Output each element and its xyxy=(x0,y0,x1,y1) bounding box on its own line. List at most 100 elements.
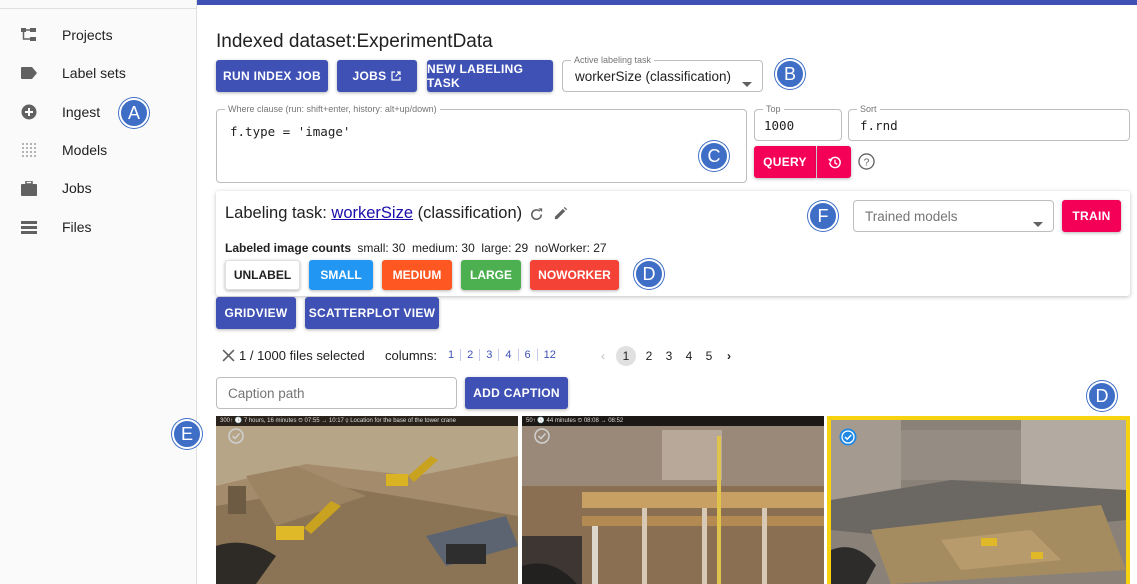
where-clause-field[interactable]: Where clause (run: shift+enter, history:… xyxy=(216,104,747,183)
new-labeling-task-button[interactable]: NEW LABELING TASK xyxy=(427,60,553,92)
annotation-badge-f: F xyxy=(808,201,838,231)
labeling-task-link[interactable]: workerSize xyxy=(331,204,413,222)
add-circle-icon xyxy=(0,104,62,120)
columns-selector: 1 2 3 4 6 12 xyxy=(442,349,562,361)
thumbnail-overlay-text: 300↑ 🕓 7 hours, 16 minutes ⏲ 07:55 → 10:… xyxy=(216,416,518,426)
top-accent-bar xyxy=(197,0,1137,5)
projects-icon xyxy=(0,28,62,42)
annotation-badge-d: D xyxy=(1087,381,1117,411)
page-3[interactable]: 3 xyxy=(662,349,676,363)
large-label-button[interactable]: LARGE xyxy=(461,260,521,290)
refresh-icon[interactable] xyxy=(529,207,544,227)
noworker-label-button[interactable]: NOWORKER xyxy=(530,260,619,290)
labeling-task-prefix: Labeling task: xyxy=(225,204,332,222)
columns-option-4[interactable]: 4 xyxy=(499,349,519,361)
trained-models-placeholder: Trained models xyxy=(865,209,958,224)
jobs-button[interactable]: JOBS xyxy=(337,60,417,92)
active-labeling-task-label: Active labeling task xyxy=(571,55,655,66)
help-icon[interactable]: ? xyxy=(858,153,875,175)
columns-option-2[interactable]: 2 xyxy=(461,349,481,361)
where-clause-label: Where clause (run: shift+enter, history:… xyxy=(225,104,440,115)
jobs-button-label: JOBS xyxy=(352,69,387,83)
query-button[interactable]: QUERY xyxy=(754,146,816,178)
page-title: Indexed dataset:ExperimentData xyxy=(216,31,493,52)
where-clause-value: f.type = 'image' xyxy=(230,124,351,139)
sidebar-item-label: Files xyxy=(62,219,92,235)
train-button[interactable]: TRAIN xyxy=(1062,200,1121,232)
image-thumbnail[interactable]: 300↑ 🕓 7 hours, 16 minutes ⏲ 07:55 → 10:… xyxy=(216,416,518,584)
clear-selection-icon[interactable] xyxy=(222,349,235,367)
medium-label-button[interactable]: MEDIUM xyxy=(382,260,452,290)
sidebar-item-label: Models xyxy=(62,142,108,158)
sidebar-item-files[interactable]: Files xyxy=(0,208,197,246)
image-thumbnail-selected[interactable] xyxy=(827,416,1130,584)
page-1[interactable]: 1 xyxy=(616,346,636,366)
sidebar-item-models[interactable]: Models xyxy=(0,131,197,169)
open-in-new-icon xyxy=(391,71,402,81)
thumbnail-image xyxy=(522,416,824,584)
chevron-down-icon xyxy=(742,74,752,92)
edit-icon[interactable] xyxy=(553,206,568,226)
page-5[interactable]: 5 xyxy=(702,349,716,363)
caption-path-input[interactable] xyxy=(216,377,457,409)
thumbnail-overlay-text: 50↑ 🕓 44 minutes ⏲ 08:08 → 08:52 xyxy=(522,416,824,426)
sidebar-item-projects[interactable]: Projects xyxy=(0,16,197,54)
sidebar-item-ingest[interactable]: Ingest xyxy=(0,93,197,131)
labeling-task-type: (classification) xyxy=(413,204,523,222)
chevron-down-icon xyxy=(1033,214,1043,232)
active-labeling-task-select[interactable]: Active labeling task workerSize (classif… xyxy=(562,55,763,92)
trained-models-select[interactable]: Trained models xyxy=(853,200,1054,232)
active-labeling-task-value: workerSize (classification) xyxy=(575,69,732,84)
gridview-button[interactable]: GRIDVIEW xyxy=(216,297,296,329)
top-value: 1000 xyxy=(764,118,795,133)
thumbnail-image xyxy=(216,416,518,584)
annotation-badge-c: C xyxy=(699,141,729,171)
small-label-button[interactable]: SMALL xyxy=(309,260,373,290)
labeling-task-heading: Labeling task: workerSize (classificatio… xyxy=(225,204,522,223)
selection-count: 1 / 1000 files selected xyxy=(239,348,365,363)
image-thumbnail[interactable]: 50↑ 🕓 44 minutes ⏲ 08:08 → 08:52 xyxy=(522,416,824,584)
previous-page-icon[interactable]: ‹ xyxy=(596,349,610,363)
svg-text:?: ? xyxy=(864,157,870,168)
select-checkbox-icon[interactable] xyxy=(534,428,550,449)
labeling-task-card: Labeling task: workerSize (classificatio… xyxy=(216,191,1130,296)
sidebar-item-label: Ingest xyxy=(62,104,101,120)
pagination: ‹ 1 2 3 4 5 › xyxy=(596,346,736,366)
run-index-job-button[interactable]: RUN INDEX JOB xyxy=(216,60,328,92)
columns-option-1[interactable]: 1 xyxy=(442,349,462,361)
label-icon xyxy=(0,67,62,79)
add-caption-button[interactable]: ADD CAPTION xyxy=(465,377,568,409)
sidebar-top-divider xyxy=(0,8,197,9)
annotation-badge-d: D xyxy=(634,259,664,289)
annotation-badge-b: B xyxy=(775,59,805,89)
sidebar-item-label: Label sets xyxy=(62,65,126,81)
columns-option-6[interactable]: 6 xyxy=(519,349,538,361)
labeled-counts-label: Labeled image counts xyxy=(225,241,352,255)
columns-option-12[interactable]: 12 xyxy=(538,349,562,361)
sidebar: Projects Label sets Ingest Models Jobs F… xyxy=(0,0,197,584)
columns-option-3[interactable]: 3 xyxy=(480,349,500,361)
grid-dots-icon xyxy=(0,142,62,158)
sidebar-item-label: Projects xyxy=(62,27,113,43)
sidebar-item-label-sets[interactable]: Label sets xyxy=(0,54,197,92)
page-2[interactable]: 2 xyxy=(642,349,656,363)
list-icon xyxy=(0,220,62,234)
selected-check-icon[interactable] xyxy=(839,428,857,451)
top-field[interactable]: Top 1000 xyxy=(754,104,842,141)
labeled-counts: Labeled image counts small: 30 medium: 3… xyxy=(225,241,607,255)
unlabel-button[interactable]: UNLABEL xyxy=(225,260,300,290)
labeled-counts-values: small: 30 medium: 30 large: 29 noWorker:… xyxy=(357,241,607,255)
select-checkbox-icon[interactable] xyxy=(228,428,244,449)
history-icon xyxy=(827,155,842,170)
sidebar-item-jobs[interactable]: Jobs xyxy=(0,169,197,207)
query-history-button[interactable] xyxy=(817,146,851,178)
sort-value: f.rnd xyxy=(860,118,898,133)
sort-label: Sort xyxy=(857,104,880,115)
top-label: Top xyxy=(763,104,784,115)
sidebar-item-label: Jobs xyxy=(62,180,92,196)
next-page-icon[interactable]: › xyxy=(722,349,736,363)
columns-label: columns: xyxy=(385,348,438,363)
scatterplot-view-button[interactable]: SCATTERPLOT VIEW xyxy=(305,297,439,329)
sort-field[interactable]: Sort f.rnd xyxy=(848,104,1130,141)
page-4[interactable]: 4 xyxy=(682,349,696,363)
